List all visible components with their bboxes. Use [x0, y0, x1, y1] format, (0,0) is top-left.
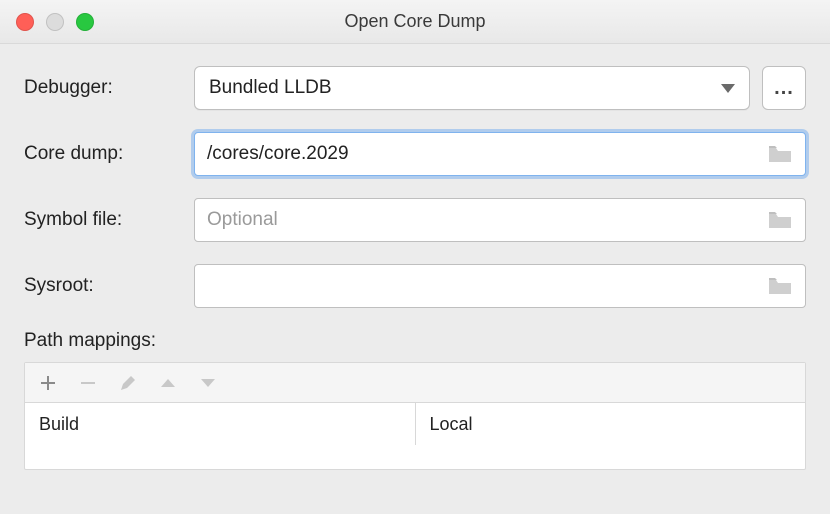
symbol-file-input[interactable] — [207, 209, 759, 231]
debugger-more-button[interactable]: ... — [762, 66, 806, 110]
titlebar: Open Core Dump — [0, 0, 830, 44]
chevron-down-icon — [721, 84, 735, 93]
add-mapping-button[interactable] — [31, 366, 65, 400]
plus-icon — [39, 374, 57, 392]
path-mappings-label: Path mappings: — [24, 330, 806, 352]
chevron-down-icon — [199, 377, 217, 389]
path-mappings-header: Build Local — [25, 403, 805, 445]
symbol-file-field[interactable] — [194, 198, 806, 242]
close-window-button[interactable] — [16, 13, 34, 31]
sysroot-row: Sysroot: — [24, 264, 806, 308]
debugger-select[interactable]: Bundled LLDB — [194, 66, 750, 110]
sysroot-field[interactable] — [194, 264, 806, 308]
minimize-window-button[interactable] — [46, 13, 64, 31]
column-header-local[interactable]: Local — [416, 403, 806, 445]
symbol-file-label: Symbol file: — [24, 209, 194, 231]
window-controls — [16, 13, 94, 31]
ellipsis-icon: ... — [774, 77, 794, 100]
dialog-body: Debugger: Bundled LLDB ... Core dump: — [0, 44, 830, 470]
symbol-file-browse-button[interactable] — [767, 209, 793, 231]
core-dump-label: Core dump: — [24, 143, 194, 165]
column-header-build[interactable]: Build — [25, 403, 416, 445]
edit-mapping-button[interactable] — [111, 366, 145, 400]
path-mappings-body — [25, 445, 805, 469]
path-mappings-panel: Build Local — [24, 362, 806, 470]
debugger-row: Debugger: Bundled LLDB ... — [24, 66, 806, 110]
core-dump-input[interactable] — [207, 143, 759, 165]
core-dump-browse-button[interactable] — [767, 143, 793, 165]
chevron-up-icon — [159, 377, 177, 389]
debugger-label: Debugger: — [24, 77, 194, 99]
folder-icon — [768, 145, 792, 163]
remove-mapping-button[interactable] — [71, 366, 105, 400]
move-down-button[interactable] — [191, 366, 225, 400]
move-up-button[interactable] — [151, 366, 185, 400]
core-dump-field[interactable] — [194, 132, 806, 176]
window-title: Open Core Dump — [0, 11, 830, 32]
folder-icon — [768, 211, 792, 229]
debugger-select-value: Bundled LLDB — [209, 77, 332, 99]
sysroot-browse-button[interactable] — [767, 275, 793, 297]
minus-icon — [79, 374, 97, 392]
sysroot-label: Sysroot: — [24, 275, 194, 297]
sysroot-input[interactable] — [207, 275, 759, 297]
symbol-file-row: Symbol file: — [24, 198, 806, 242]
zoom-window-button[interactable] — [76, 13, 94, 31]
path-mappings-toolbar — [25, 363, 805, 403]
folder-icon — [768, 277, 792, 295]
core-dump-row: Core dump: — [24, 132, 806, 176]
pencil-icon — [119, 374, 137, 392]
